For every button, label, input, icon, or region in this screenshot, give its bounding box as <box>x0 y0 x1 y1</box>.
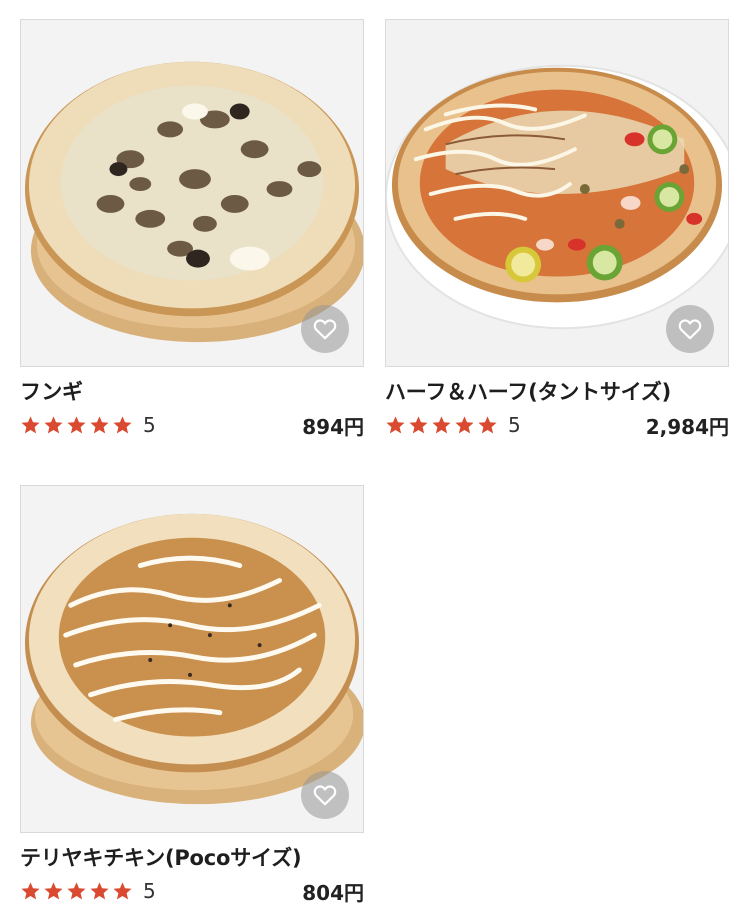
product-meta: 5 894円 <box>20 411 364 439</box>
star-icon <box>90 881 109 899</box>
heart-icon <box>313 785 337 806</box>
favorite-button[interactable] <box>666 305 714 353</box>
star-icon <box>44 881 63 899</box>
product-image[interactable] <box>20 19 364 367</box>
product-card[interactable]: フンギ 5 894円 <box>20 19 364 439</box>
product-name[interactable]: ハーフ＆ハーフ(タントサイズ) <box>385 377 729 407</box>
rating-value: 5 <box>508 413 521 437</box>
heart-icon <box>678 319 702 340</box>
star-icon <box>478 415 497 433</box>
star-icon <box>113 881 132 899</box>
rating-value: 5 <box>143 879 156 903</box>
rating-value: 5 <box>143 413 156 437</box>
heart-icon <box>313 319 337 340</box>
star-icon <box>67 881 86 899</box>
product-image[interactable] <box>385 19 729 367</box>
star-icon <box>386 415 405 433</box>
product-image[interactable] <box>20 485 364 833</box>
product-card[interactable]: テリヤキチキン(Pocoサイズ) 5 804円 <box>20 485 364 905</box>
star-icon <box>67 415 86 433</box>
favorite-button[interactable] <box>301 305 349 353</box>
star-rating: 5 <box>385 413 521 437</box>
product-price: 894円 <box>302 414 364 439</box>
star-icon <box>21 881 40 899</box>
star-icon <box>90 415 109 433</box>
star-rating: 5 <box>20 879 156 903</box>
star-icon <box>113 415 132 433</box>
product-price: 804円 <box>302 880 364 905</box>
favorite-button[interactable] <box>301 771 349 819</box>
product-card[interactable]: ハーフ＆ハーフ(タントサイズ) 5 2,984円 <box>385 19 729 439</box>
star-icon <box>44 415 63 433</box>
star-icon <box>409 415 428 433</box>
product-name[interactable]: テリヤキチキン(Pocoサイズ) <box>20 843 364 873</box>
product-price: 2,984円 <box>645 414 729 439</box>
product-name[interactable]: フンギ <box>20 377 364 407</box>
star-icon <box>455 415 474 433</box>
star-icon <box>432 415 451 433</box>
product-meta: 5 2,984円 <box>385 411 729 439</box>
product-meta: 5 804円 <box>20 877 364 905</box>
star-icon <box>21 415 40 433</box>
star-rating: 5 <box>20 413 156 437</box>
